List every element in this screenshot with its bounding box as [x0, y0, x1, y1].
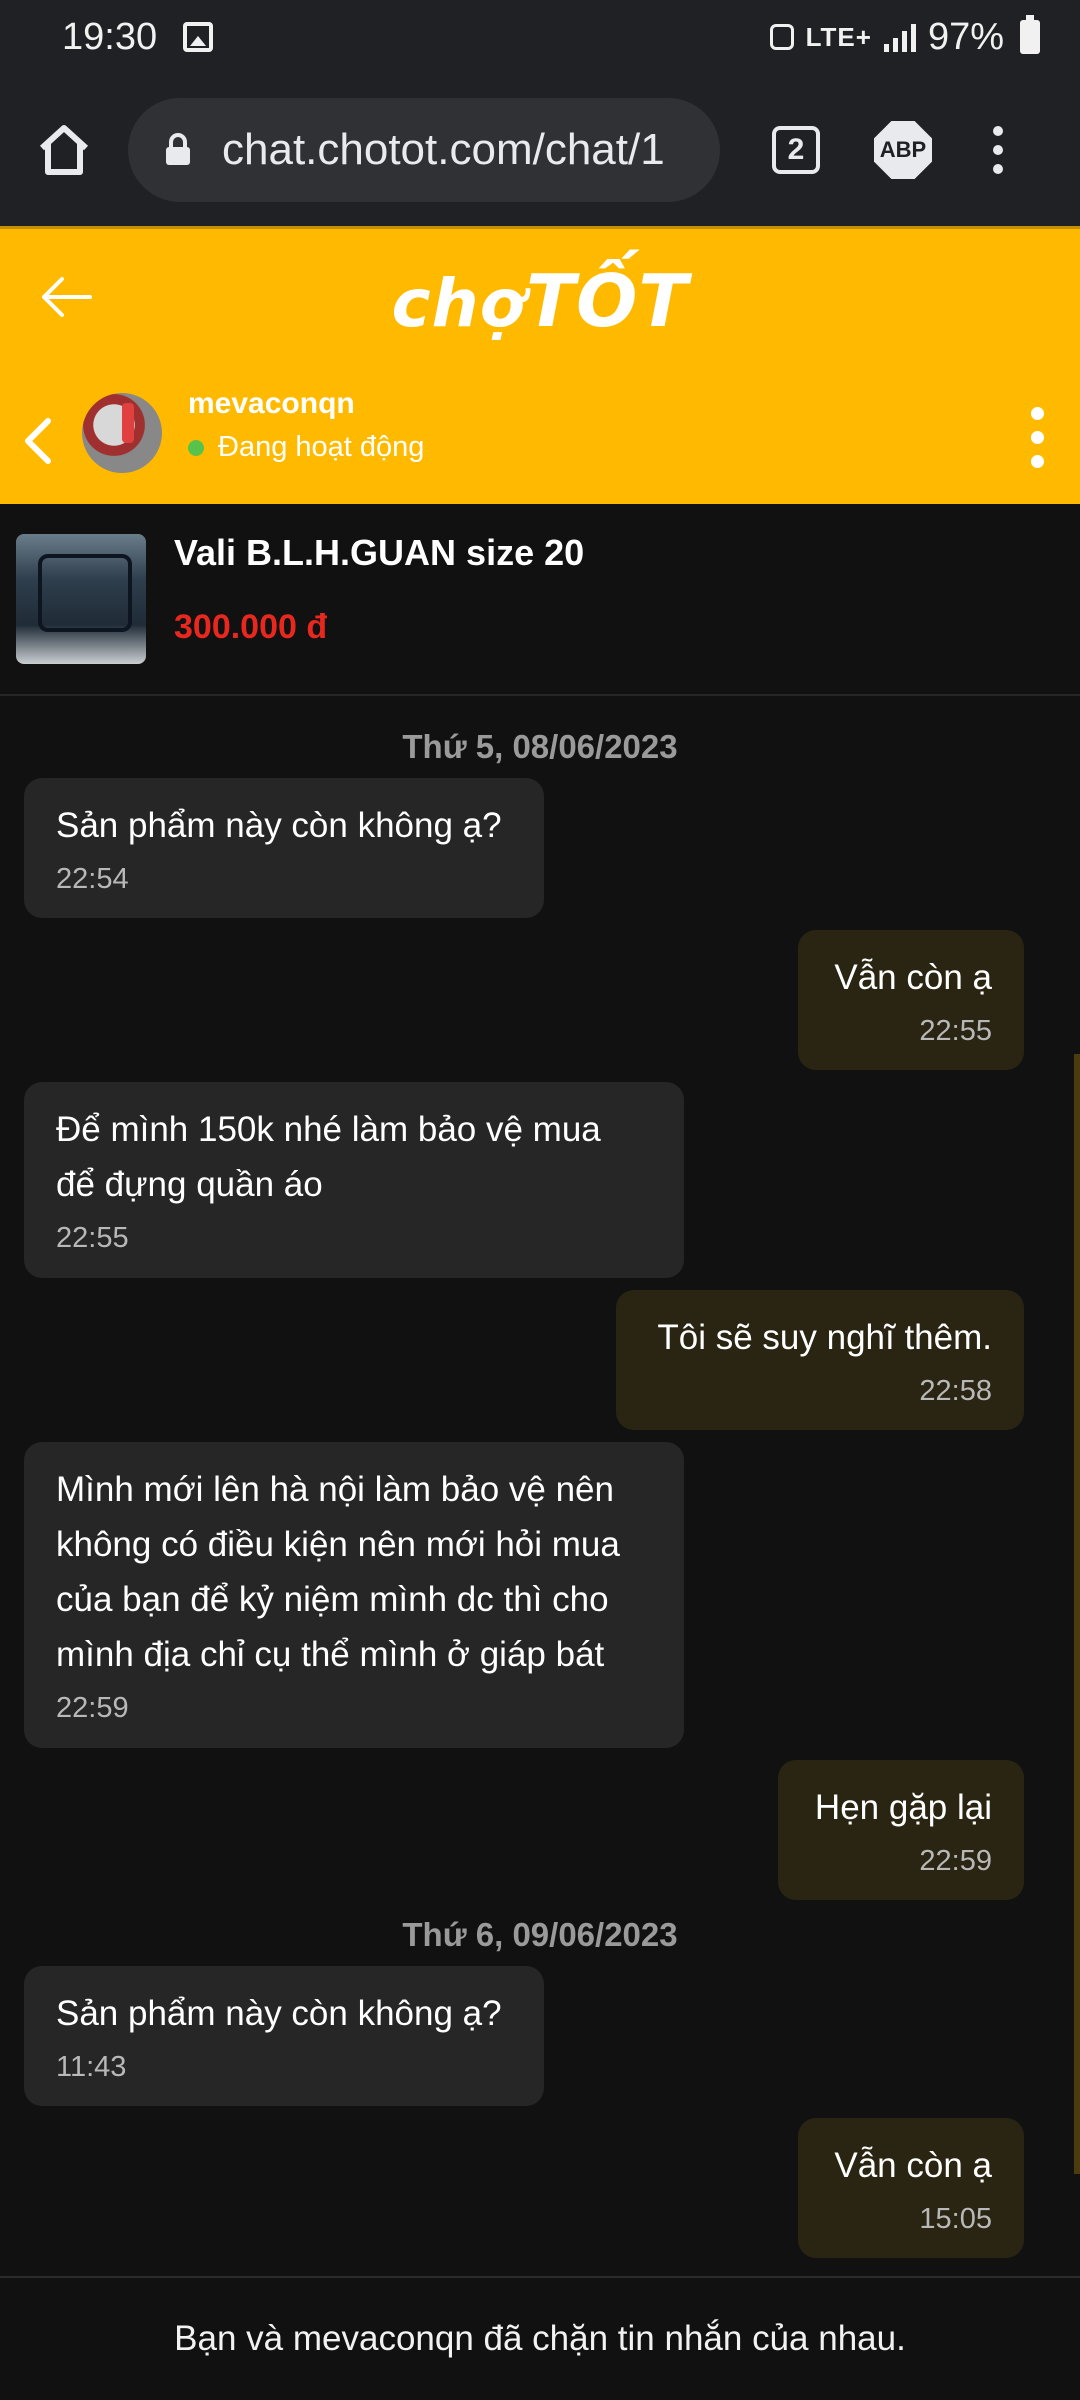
online-dot-icon — [188, 439, 204, 456]
home-icon — [39, 125, 89, 175]
message-time: 22:59 — [56, 1692, 129, 1724]
app-header: chợTỐT mevaconqn Đang hoạt động — [0, 226, 1080, 504]
chat-messages[interactable]: Thứ 5, 08/06/2023 Sản phẩm này còn không… — [0, 698, 1080, 2276]
message-time: 22:59 — [919, 1845, 992, 1877]
message-time: 22:54 — [56, 863, 129, 895]
gallery-notification-icon — [183, 22, 214, 52]
message-incoming: Sản phẩm này còn không ạ? 22:54 — [24, 778, 544, 918]
logo-part1: chợ — [391, 265, 526, 342]
message-text-line: không có điều kiện nên mới hỏi mua — [56, 1525, 620, 1564]
chat-header: mevaconqn Đang hoạt động — [0, 379, 1080, 507]
tab-switcher-button[interactable]: 2 — [772, 126, 820, 174]
alarm-icon — [769, 24, 794, 50]
message-outgoing: Tôi sẽ suy nghĩ thêm. 22:58 — [616, 1290, 1024, 1430]
battery-icon — [1020, 15, 1040, 54]
message-text-line: Để mình 150k nhé làm bảo vệ mua — [56, 1110, 601, 1149]
chotot-logo[interactable]: chợTỐT — [0, 259, 1080, 343]
message-time: 22:55 — [919, 1015, 992, 1047]
date-separator: Thứ 5, 08/06/2023 — [402, 728, 678, 765]
message-incoming: Để mình 150k nhé làm bảo vệ mua để đựng … — [24, 1082, 684, 1278]
user-status: Đang hoạt động — [188, 431, 424, 464]
chat-scrollbar[interactable] — [1074, 1054, 1080, 2174]
network-type: LTE+ — [805, 21, 872, 52]
message-outgoing: Vẫn còn ạ 15:05 — [798, 2118, 1024, 2258]
message-incoming: Mình mới lên hà nội làm bảo vệ nên không… — [24, 1442, 684, 1748]
message-time: 22:55 — [56, 1222, 129, 1254]
chat-options-button[interactable] — [1031, 407, 1044, 468]
adblock-button[interactable]: ABP — [874, 121, 932, 179]
status-bar: 19:30 LTE+ 97% — [0, 0, 1080, 74]
message-time: 15:05 — [919, 2203, 992, 2235]
user-status-text: Đang hoạt động — [218, 431, 425, 463]
message-text: Hẹn gặp lại — [814, 1788, 992, 1827]
message-text: Tôi sẽ suy nghĩ thêm. — [657, 1318, 992, 1357]
avatar[interactable] — [82, 393, 162, 473]
message-incoming: Sản phẩm này còn không ạ? 11:43 — [24, 1966, 544, 2106]
status-time: 19:30 — [62, 15, 158, 58]
home-button[interactable] — [32, 118, 96, 182]
message-text-line: của bạn để kỷ niệm mình dc thì cho — [56, 1580, 609, 1619]
message-outgoing: Vẫn còn ạ 22:55 — [798, 930, 1024, 1070]
blocked-notice-bar: Bạn và mevaconqn đã chặn tin nhắn của nh… — [0, 2276, 1080, 2400]
logo-part2: TỐT — [526, 259, 689, 343]
url-text: chat.chotot.com/chat/1 — [222, 125, 665, 174]
message-text: Sản phẩm này còn không ạ? — [56, 806, 502, 845]
product-title[interactable]: Vali B.L.H.GUAN size 20 — [174, 532, 584, 574]
message-text: Sản phẩm này còn không ạ? — [56, 1994, 502, 2033]
message-text-line: để đựng quần áo — [56, 1165, 323, 1204]
message-text: Vẫn còn ạ — [834, 958, 992, 997]
message-outgoing: Hẹn gặp lại 22:59 — [778, 1760, 1024, 1900]
message-time: 22:58 — [919, 1375, 992, 1407]
message-text-line: Mình mới lên hà nội làm bảo vệ nên — [56, 1470, 614, 1509]
signal-icon — [883, 22, 916, 52]
blocked-notice-text: Bạn và mevaconqn đã chặn tin nhắn của nh… — [174, 2319, 906, 2358]
product-price: 300.000 đ — [174, 608, 328, 646]
battery-percent: 97% — [927, 15, 1004, 58]
chevron-left-icon[interactable] — [18, 413, 58, 469]
status-icons: LTE+ 97% — [769, 15, 1040, 59]
date-separator: Thứ 6, 09/06/2023 — [402, 1916, 678, 1953]
lock-icon — [166, 133, 190, 165]
browser-toolbar: chat.chotot.com/chat/1 2 ABP — [0, 74, 1080, 226]
message-time: 11:43 — [56, 2051, 127, 2083]
message-text-line: mình địa chỉ cụ thể mình ở giáp bát — [56, 1635, 605, 1674]
product-summary[interactable]: Vali B.L.H.GUAN size 20 300.000 đ — [0, 504, 1080, 696]
message-text: Vẫn còn ạ — [834, 2146, 992, 2185]
address-bar[interactable]: chat.chotot.com/chat/1 — [128, 98, 720, 202]
browser-menu-button[interactable] — [988, 126, 1008, 174]
product-thumbnail[interactable] — [16, 534, 146, 664]
chat-user-name[interactable]: mevaconqn — [188, 387, 355, 421]
